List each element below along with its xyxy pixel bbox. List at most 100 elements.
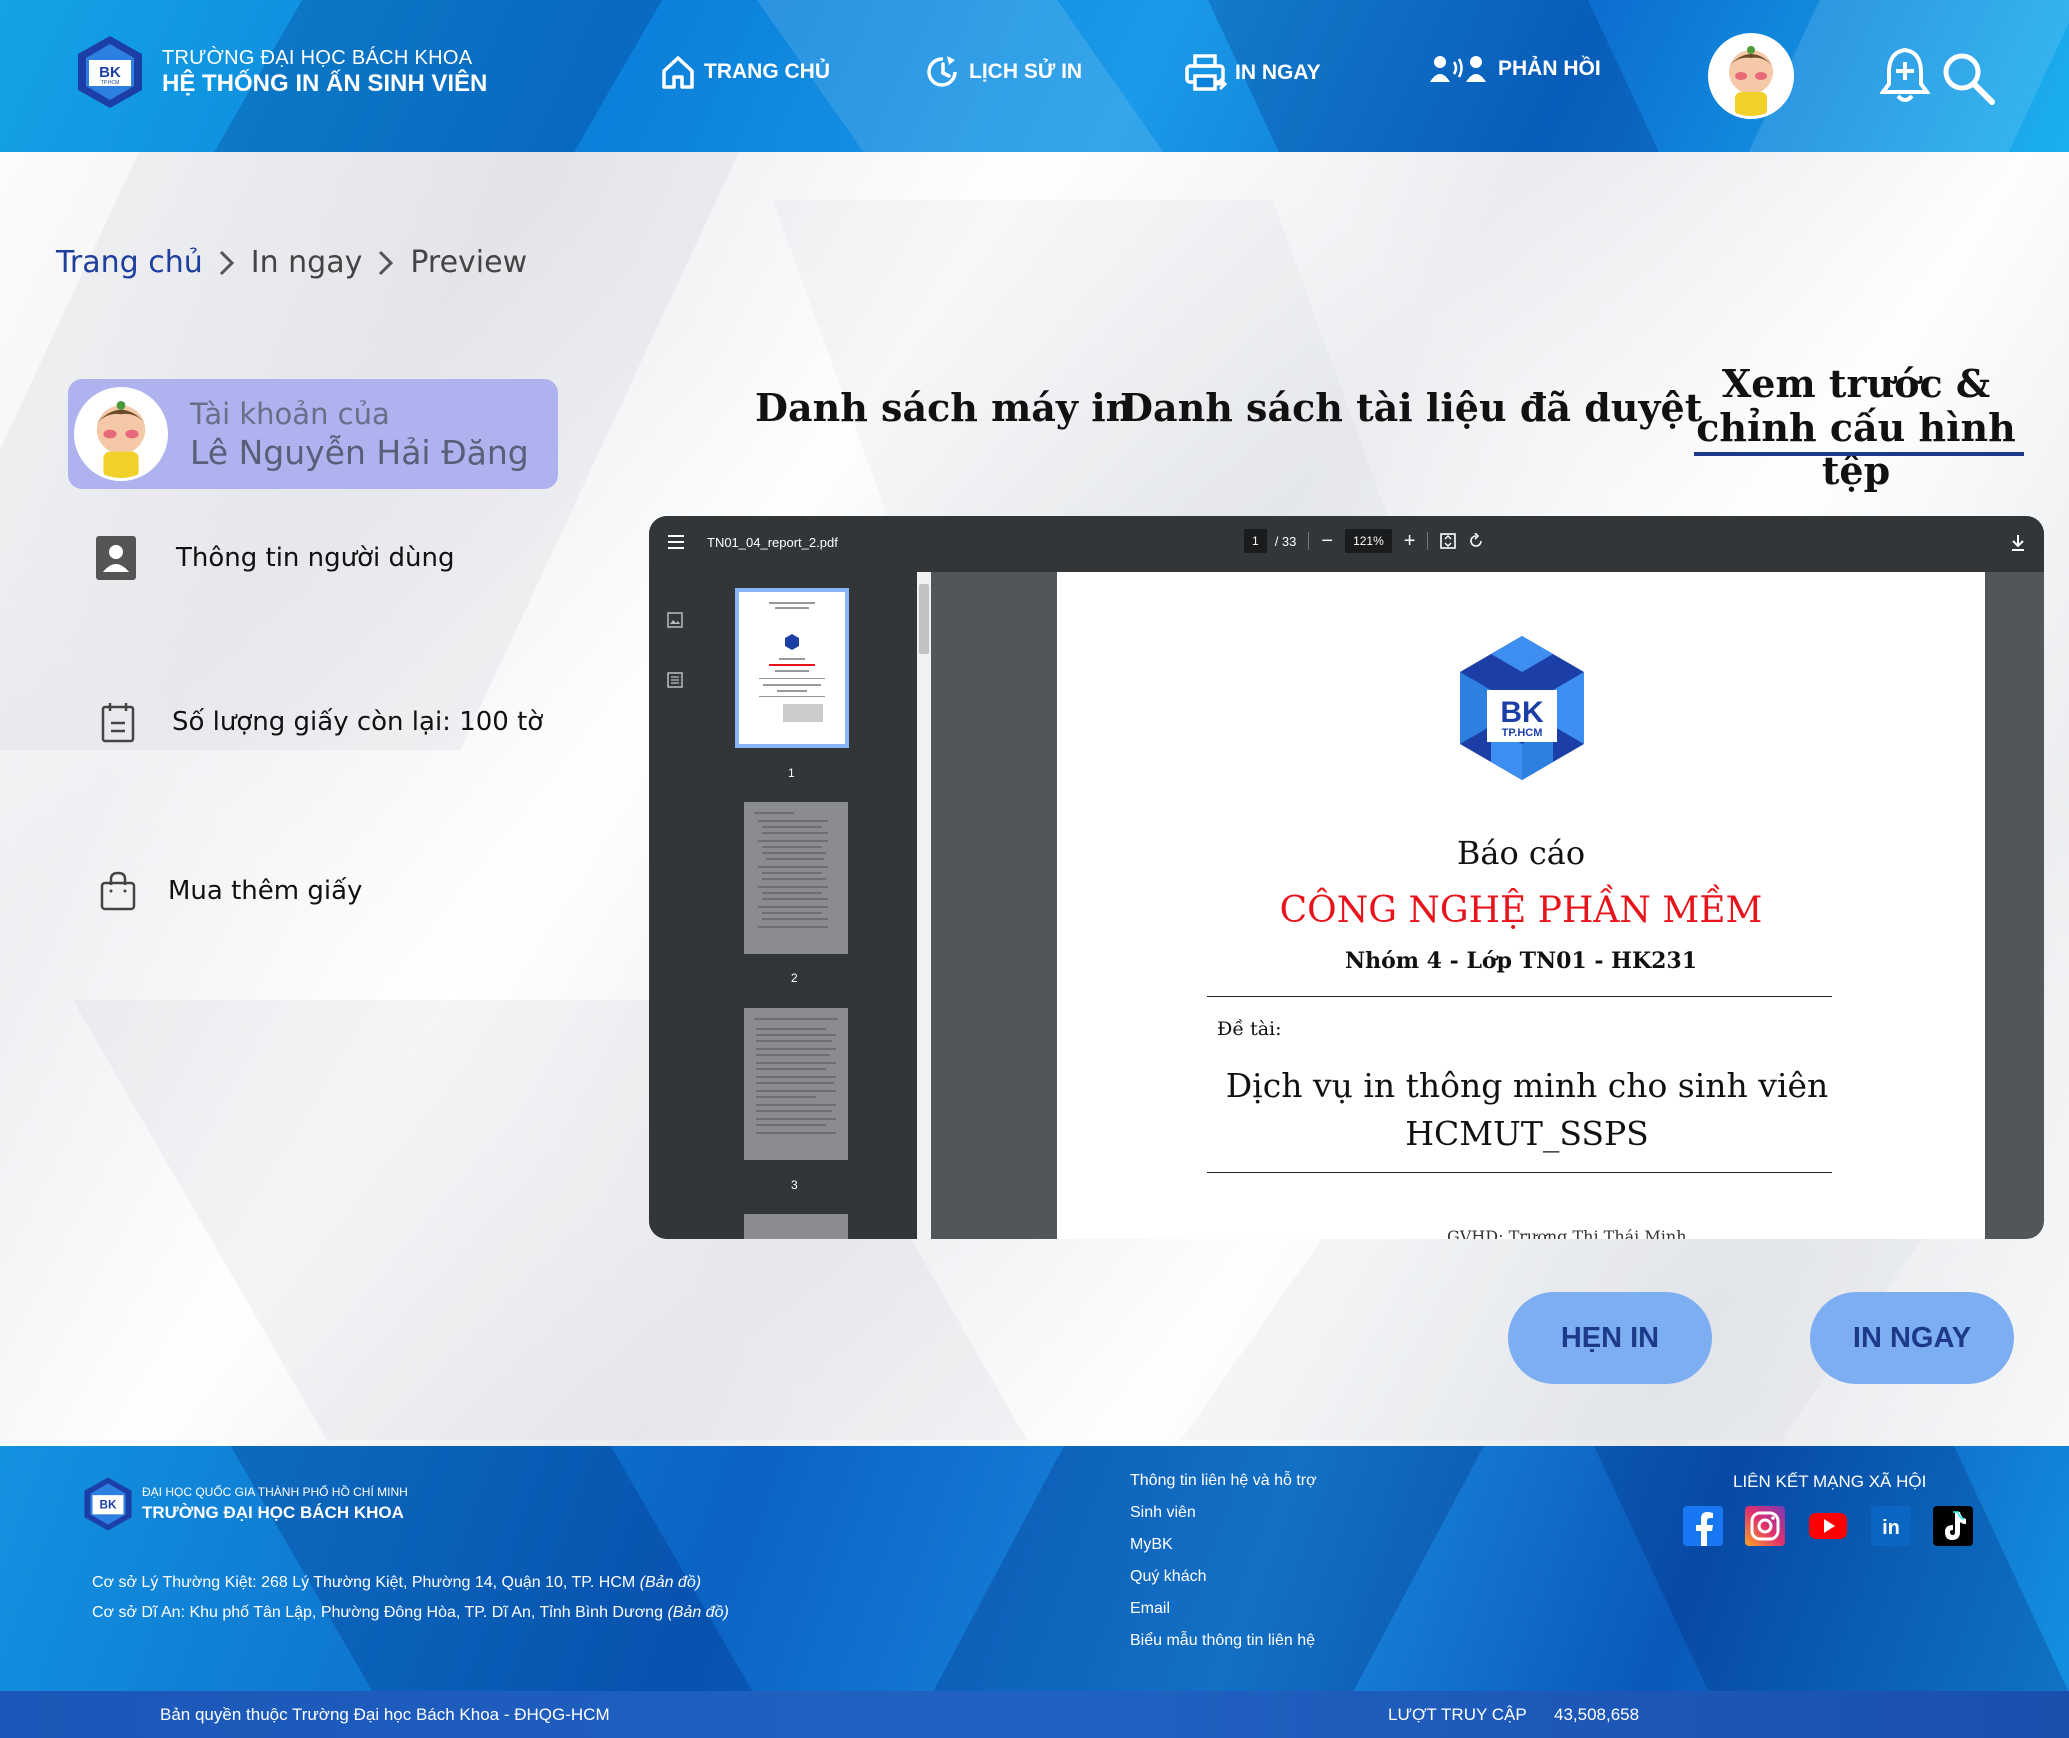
footer-link-email[interactable]: Email: [1130, 1600, 1317, 1618]
active-tab-indicator: [1694, 452, 2024, 456]
divider: [1207, 1172, 1832, 1173]
sidebar-item-paper-count: Số lượng giấy còn lại: 100 tờ: [96, 700, 543, 744]
visits-count: 43,508,658: [1554, 1705, 1640, 1724]
logo-text: BK: [1500, 696, 1544, 729]
thumbnail-number: 3: [791, 1178, 798, 1192]
instagram-icon[interactable]: [1745, 1506, 1785, 1546]
breadcrumb-home[interactable]: Trang chủ: [56, 245, 203, 280]
document-advisor: GVHD: Trương Thị Thái Minh: [1447, 1227, 1687, 1239]
footer-link-students[interactable]: Sinh viên: [1130, 1504, 1317, 1522]
sidebar-item-buy-paper[interactable]: Mua thêm giấy: [96, 869, 362, 913]
map-link[interactable]: (Bản đồ): [640, 1574, 701, 1591]
sidebar-item-label: Số lượng giấy còn lại: 100 tờ: [172, 707, 544, 737]
thumbnail-preview: [759, 602, 825, 722]
footer-bottom-bar: Bản quyền thuộc Trường Đại học Bách Khoa…: [0, 1691, 2069, 1738]
notification-bell-icon[interactable]: [1880, 44, 1930, 106]
tab-preview-line1: Xem trước &: [1721, 361, 1991, 406]
footer-address-1: Cơ sở Lý Thường Kiệt: 268 Lý Thường Kiệt…: [92, 1574, 701, 1592]
thumbnail-number: 2: [791, 971, 798, 985]
linkedin-icon[interactable]: in: [1871, 1506, 1911, 1546]
footer-link-mybk[interactable]: MyBK: [1130, 1536, 1317, 1554]
brand-school-name: TRƯỜNG ĐẠI HỌC BÁCH KHOA: [162, 46, 473, 69]
address-text: Cơ sở Lý Thường Kiệt: 268 Lý Thường Kiệt…: [92, 1574, 636, 1591]
print-now-button[interactable]: IN NGAY: [1810, 1292, 2014, 1384]
avatar-image: [77, 390, 165, 478]
rotate-icon[interactable]: [1468, 533, 1484, 549]
page-thumbnail[interactable]: [735, 588, 849, 748]
footer-brand[interactable]: BK ĐẠI HỌC QUỐC GIA THÀNH PHỐ HỒ CHÍ MIN…: [80, 1476, 408, 1532]
history-icon: [927, 56, 957, 87]
brand-system-name: HỆ THỐNG IN ẤN SINH VIÊN: [162, 69, 488, 97]
sidebar-item-user-info[interactable]: Thông tin người dùng: [94, 536, 455, 580]
logo-text: BK: [100, 1498, 117, 1511]
footer-link-contact[interactable]: Thông tin liên hệ và hỗ trợ: [1130, 1472, 1317, 1490]
thumbnails-view-icon[interactable]: [667, 612, 683, 628]
nav-feedback-label: PHẢN HỒI: [1498, 57, 1601, 80]
logo-text: BK: [99, 64, 121, 81]
account-card[interactable]: Tài khoản của Lê Nguyễn Hải Đăng: [68, 379, 558, 489]
bk-logo-icon: BK TP.HCM: [78, 36, 142, 108]
footer: BK ĐẠI HỌC QUỐC GIA THÀNH PHỐ HỒ CHÍ MIN…: [0, 1446, 2069, 1738]
pdf-file-name: TN01_04_report_2.pdf: [707, 535, 838, 550]
social-title: LIÊN KẾT MẠNG XÃ HỘI: [1733, 1472, 1927, 1491]
page-number-input[interactable]: 1: [1244, 529, 1267, 553]
thumbnail-scrollbar-handle[interactable]: [919, 584, 929, 654]
avatar-image: [1711, 36, 1791, 116]
document-topic-line1: Dịch vụ in thông minh cho sinh viên: [1225, 1066, 1829, 1105]
nav-print-now[interactable]: IN NGAY: [1185, 54, 1321, 92]
zoom-out-icon[interactable]: −: [1321, 530, 1333, 553]
visits-label: LƯỢT TRUY CẬP: [1388, 1705, 1527, 1724]
shopping-bag-icon: [100, 871, 136, 911]
user-avatar[interactable]: [1708, 33, 1794, 119]
map-link[interactable]: (Bản đồ): [667, 1604, 728, 1621]
outline-view-icon[interactable]: [667, 672, 683, 688]
footer-link-contact-form[interactable]: Biểu mẫu thông tin liên hệ: [1130, 1632, 1317, 1650]
schedule-print-button[interactable]: HẸN IN: [1508, 1292, 1712, 1384]
footer-university-name: ĐẠI HỌC QUỐC GIA THÀNH PHỐ HỒ CHÍ MINH: [142, 1485, 408, 1499]
fit-page-icon[interactable]: [1440, 533, 1457, 549]
document-topic-label: Đề tài:: [1217, 1018, 1282, 1040]
pdf-page: BK TP.HCM Báo cáo CÔNG NGHỆ PHẦN MỀM Nhó…: [1057, 572, 1985, 1239]
facebook-icon[interactable]: [1683, 1506, 1723, 1546]
page-thumbnail[interactable]: [744, 1008, 848, 1160]
brand[interactable]: BK TP.HCM TRƯỜNG ĐẠI HỌC BÁCH KHOA HỆ TH…: [72, 34, 487, 110]
bk-logo-icon: BK TP.HCM: [1460, 636, 1584, 780]
youtube-icon[interactable]: [1808, 1506, 1848, 1546]
nav-home[interactable]: TRANG CHỦ: [660, 54, 830, 90]
download-icon[interactable]: [2010, 534, 2026, 552]
page-thumbnail[interactable]: [744, 802, 848, 954]
breadcrumb-preview: Preview: [410, 245, 528, 280]
page-thumbnail[interactable]: [744, 1214, 848, 1239]
nav-feedback[interactable]: PHẢN HỒI: [1430, 54, 1601, 84]
sidebar-item-label: Mua thêm giấy: [168, 876, 363, 906]
total-pages: / 33: [1274, 533, 1297, 549]
calendar-icon: [101, 703, 135, 743]
pdf-viewer[interactable]: TN01_04_report_2.pdf 1 / 33 − 121% + 1 2…: [649, 516, 2044, 1239]
tab-printer-list[interactable]: Danh sách máy in: [755, 385, 1133, 430]
tab-approved-documents[interactable]: Danh sách tài liệu đã duyệt: [1120, 385, 1702, 430]
nav-print-history-label: LỊCH SỬ IN: [969, 60, 1083, 83]
sidebar-item-label: Thông tin người dùng: [176, 543, 455, 573]
zoom-in-icon[interactable]: +: [1404, 530, 1416, 553]
document-topic: Dịch vụ in thông minh cho sinh viên HCMU…: [1187, 1062, 1867, 1158]
breadcrumb-print-now[interactable]: In ngay: [251, 245, 363, 280]
search-icon[interactable]: [1940, 50, 1996, 106]
top-header: BK TP.HCM TRƯỜNG ĐẠI HỌC BÁCH KHOA HỆ TH…: [0, 0, 2069, 152]
document-course: CÔNG NGHỆ PHẦN MỀM: [1279, 890, 1763, 931]
footer-school-name: TRƯỜNG ĐẠI HỌC BÁCH KHOA: [142, 1503, 404, 1522]
zoom-level[interactable]: 121%: [1345, 529, 1392, 553]
nav-print-history[interactable]: LỊCH SỬ IN: [925, 54, 1082, 90]
tab-preview-config[interactable]: Xem trước & chỉnh cấu hình tệp: [1676, 362, 2036, 493]
chevron-right-icon: [379, 250, 394, 275]
nav-home-label: TRANG CHỦ: [704, 60, 830, 83]
bk-logo-icon: BK: [84, 1477, 132, 1531]
thumbnail-preview: [754, 1018, 838, 1134]
tiktok-icon[interactable]: [1933, 1506, 1973, 1546]
menu-icon[interactable]: [667, 534, 685, 550]
thumbnail-scrollbar[interactable]: [917, 572, 931, 1239]
tab-preview-line2: chỉnh cấu hình tệp: [1696, 404, 2016, 494]
address-text: Cơ sở Dĩ An: Khu phố Tân Lập, Phường Đôn…: [92, 1604, 663, 1621]
svg-text:in: in: [1882, 1517, 1900, 1539]
footer-link-guests[interactable]: Quý khách: [1130, 1568, 1317, 1586]
breadcrumb: Trang chủ In ngay Preview: [56, 245, 527, 280]
